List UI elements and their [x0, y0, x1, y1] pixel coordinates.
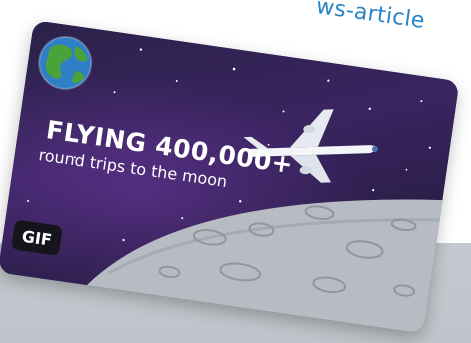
earth-icon: [38, 35, 93, 90]
url-fragment[interactable]: ws-article: [315, 0, 427, 34]
